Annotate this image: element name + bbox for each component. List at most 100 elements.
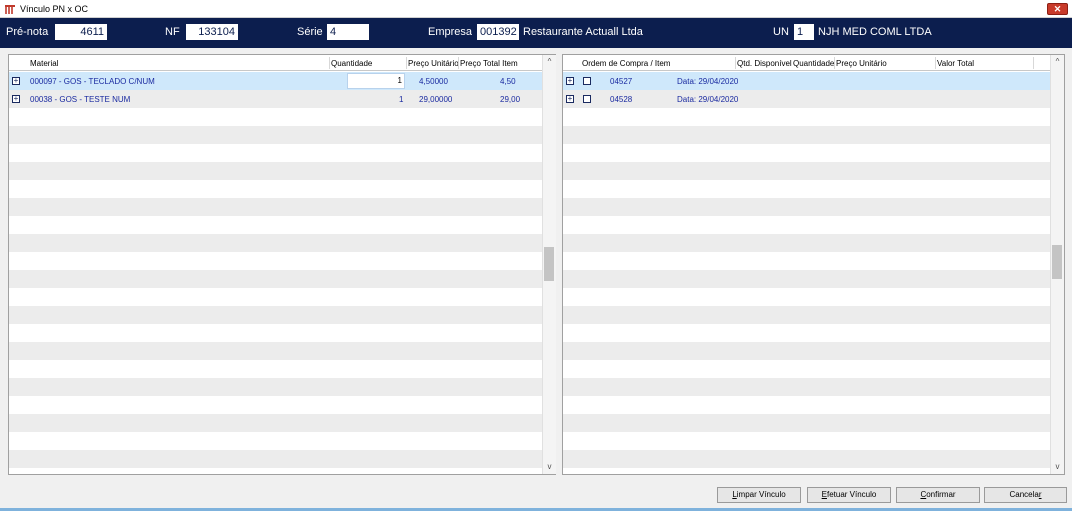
empty-row xyxy=(563,144,1050,162)
empty-row xyxy=(563,234,1050,252)
empty-row xyxy=(9,450,542,468)
row-checkbox[interactable] xyxy=(583,77,591,85)
empty-row xyxy=(563,198,1050,216)
empty-row xyxy=(9,108,542,126)
empty-row xyxy=(563,396,1050,414)
empty-row xyxy=(9,180,542,198)
table-row[interactable]: +00038 - GOS - TESTE NUM 1 29,00000 29,00 xyxy=(9,90,542,108)
column-quantidade[interactable]: Quantidade xyxy=(331,59,372,68)
empty-row xyxy=(9,162,542,180)
empty-row xyxy=(563,180,1050,198)
column-preco-total[interactable]: Preço Total Item xyxy=(460,59,518,68)
empty-row xyxy=(9,126,542,144)
empty-row xyxy=(563,162,1050,180)
close-icon: ✕ xyxy=(1053,4,1062,14)
window-title: Vínculo PN x OC xyxy=(20,4,89,14)
preco-total-cell: 4,50 xyxy=(500,77,516,86)
expand-row-icon[interactable]: + xyxy=(566,95,574,103)
empty-row xyxy=(563,252,1050,270)
prenota-field: 4611 xyxy=(55,24,107,40)
ordem-compra-cell: 04527 xyxy=(610,77,633,86)
table-row[interactable]: +04528 Data: 29/04/2020 xyxy=(563,90,1050,108)
material-cell: 000097 - GOS - TECLADO C/NUM xyxy=(30,77,155,86)
materials-grid-header: Material Quantidade Preço Unitário Preço… xyxy=(9,55,542,71)
purchase-orders-scrollbar[interactable]: ^ v xyxy=(1050,55,1064,474)
empty-row xyxy=(563,270,1050,288)
expand-row-icon[interactable]: + xyxy=(12,95,20,103)
preco-unitario-cell: 4,50000 xyxy=(419,77,448,86)
ordem-compra-cell: 04528 xyxy=(610,95,633,104)
document-header: Pré-nota 4611 NF 133104 Série 4 Empresa … xyxy=(0,18,1072,48)
preco-unitario-cell: 29,00000 xyxy=(419,95,453,104)
close-button[interactable]: ✕ xyxy=(1047,3,1068,15)
material-cell: 00038 - GOS - TESTE NUM xyxy=(30,95,131,104)
limpar-vinculo-button[interactable]: Limpar Vínculo xyxy=(717,487,801,503)
quantidade-cell: 1 xyxy=(399,95,404,104)
empty-row xyxy=(9,414,542,432)
data-cell: Data: 29/04/2020 xyxy=(677,77,739,86)
confirmar-button[interactable]: Confirmar xyxy=(896,487,980,503)
column-preco-unitario[interactable]: Preço Unitário xyxy=(836,59,887,68)
empty-row xyxy=(563,108,1050,126)
empty-row xyxy=(563,432,1050,450)
empresa-name: Restaurante Actuall Ltda xyxy=(523,26,643,38)
empty-row xyxy=(9,216,542,234)
empty-row xyxy=(9,144,542,162)
empty-row xyxy=(9,306,542,324)
un-name: NJH MED COML LTDA xyxy=(818,26,932,38)
empty-row xyxy=(563,126,1050,144)
empty-row xyxy=(9,288,542,306)
scroll-up-icon[interactable]: ^ xyxy=(543,55,556,69)
expand-row-icon[interactable]: + xyxy=(566,77,574,85)
nf-label: NF xyxy=(165,26,180,38)
purchase-orders-grid: Ordem de Compra / Item Qtd. Disponível Q… xyxy=(562,54,1065,475)
column-valor-total[interactable]: Valor Total xyxy=(937,59,974,68)
window-titlebar: Vínculo PN x OC ✕ xyxy=(0,0,1072,18)
app-logo-icon xyxy=(4,3,16,15)
nf-field: 133104 xyxy=(186,24,238,40)
column-quantidade[interactable]: Quantidade xyxy=(793,59,834,68)
empty-row xyxy=(563,450,1050,468)
un-label: UN xyxy=(773,26,789,38)
serie-label: Série xyxy=(297,26,323,38)
scroll-up-icon[interactable]: ^ xyxy=(1051,55,1064,69)
row-checkbox[interactable] xyxy=(583,95,591,103)
un-field: 1 xyxy=(794,24,814,40)
empty-row xyxy=(563,306,1050,324)
empty-row xyxy=(9,324,542,342)
empty-row xyxy=(9,270,542,288)
serie-field: 4 xyxy=(327,24,369,40)
empresa-label: Empresa xyxy=(428,26,473,38)
table-row[interactable]: +04527 Data: 29/04/2020 xyxy=(563,72,1050,90)
column-material[interactable]: Material xyxy=(30,59,58,68)
empty-row xyxy=(563,216,1050,234)
data-cell: Data: 29/04/2020 xyxy=(677,95,739,104)
scroll-thumb[interactable] xyxy=(1052,245,1062,279)
scroll-thumb[interactable] xyxy=(544,247,554,281)
table-row[interactable]: +000097 - GOS - TECLADO C/NUM 1 4,50000 4,5… xyxy=(9,72,542,90)
expand-row-icon[interactable]: + xyxy=(12,77,20,85)
empty-row xyxy=(563,342,1050,360)
cancelar-button[interactable]: Cancelar xyxy=(984,487,1067,503)
empty-row xyxy=(563,360,1050,378)
empty-row xyxy=(9,396,542,414)
empty-row xyxy=(9,252,542,270)
empty-row xyxy=(563,324,1050,342)
empresa-code-field: 001392 xyxy=(477,24,519,40)
quantidade-input[interactable]: 1 xyxy=(347,73,405,89)
empty-row xyxy=(9,378,542,396)
empty-row xyxy=(9,198,542,216)
column-preco-unitario[interactable]: Preço Unitário xyxy=(408,59,459,68)
materials-scrollbar[interactable]: ^ v xyxy=(542,55,556,474)
empty-row xyxy=(9,234,542,252)
column-qtd-disponivel[interactable]: Qtd. Disponível xyxy=(737,59,792,68)
scroll-down-icon[interactable]: v xyxy=(543,460,556,474)
empty-row xyxy=(9,432,542,450)
prenota-label: Pré-nota xyxy=(6,26,49,38)
scroll-down-icon[interactable]: v xyxy=(1051,460,1064,474)
column-ordem-compra[interactable]: Ordem de Compra / Item xyxy=(582,59,670,68)
efetuar-vinculo-button[interactable]: Efetuar Vínculo xyxy=(807,487,891,503)
empty-row xyxy=(9,342,542,360)
empty-row xyxy=(563,378,1050,396)
empty-row xyxy=(563,288,1050,306)
